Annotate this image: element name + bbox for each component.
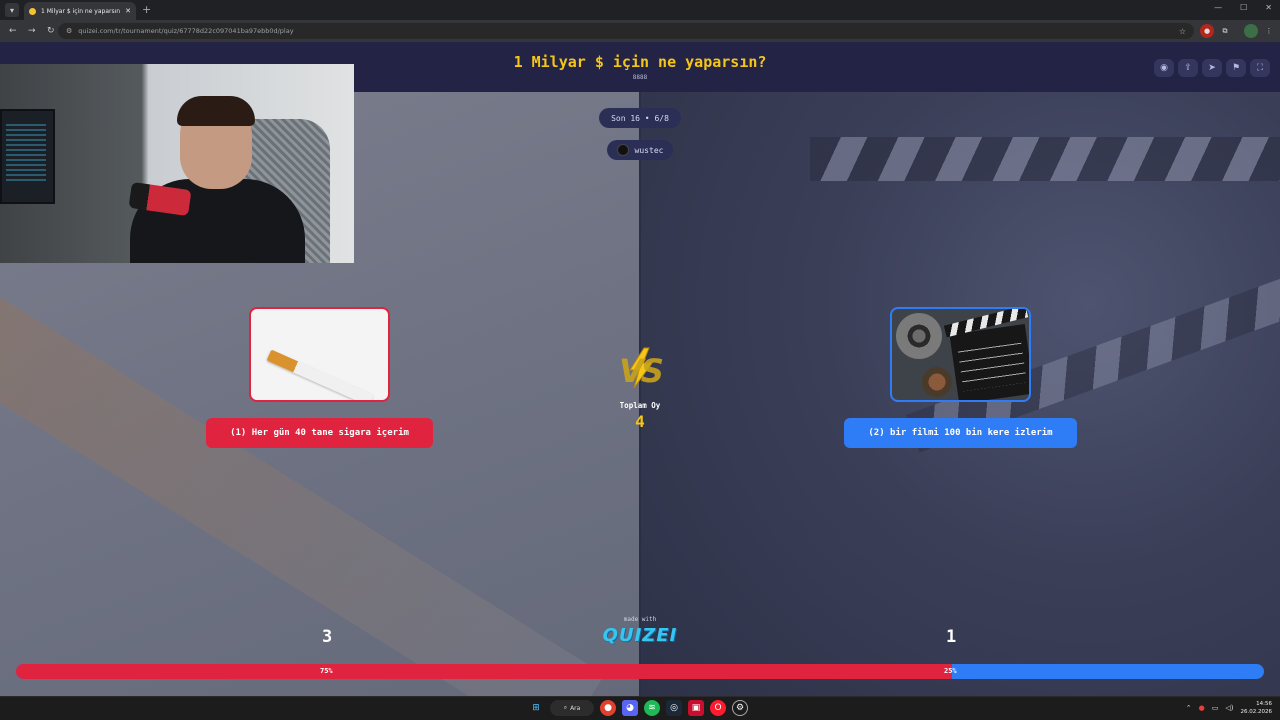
chevron-up-icon[interactable]: ⌃ <box>1186 704 1192 712</box>
right-background-clapper-stripes <box>810 137 1280 181</box>
browser-toolbar: ← → ↻ ⚙ quizei.com/tr/tournament/quiz/67… <box>0 20 1280 42</box>
app-icon-2[interactable]: ⚙ <box>732 700 748 716</box>
search-icon: ⌕ <box>563 704 568 711</box>
right-vote-percent: 25% <box>944 667 957 675</box>
tab-favicon-icon <box>29 7 36 15</box>
windows-start-icon[interactable]: ⊞ <box>528 700 544 716</box>
quizei-logo[interactable]: QUIZEI <box>600 625 680 646</box>
close-window-icon[interactable]: ✕ <box>1265 3 1272 12</box>
webcam-monitor <box>0 109 55 204</box>
tournament-stage: 1 Milyar $ için ne yaparsın? 8888 ◉ ⇪ ➤ … <box>0 42 1280 696</box>
left-choice-image[interactable] <box>249 307 390 402</box>
clock-date: 26.02.2026 <box>1240 709 1273 715</box>
extension-icon[interactable]: ● <box>1200 24 1214 38</box>
browser-menu-icon[interactable]: ⋮ <box>1262 24 1276 38</box>
system-tray: ⌃ ● ▭ ◁) 14:56 26.02.2026 <box>1186 700 1272 716</box>
bookmark-star-icon[interactable]: ☆ <box>1179 27 1186 36</box>
round-label: Son 16 • 6/8 <box>611 113 669 123</box>
back-icon[interactable]: ← <box>9 26 19 36</box>
browser-tab[interactable]: 1 Milyar $ için ne yaparsın? - Ti ✕ <box>24 2 136 20</box>
address-url[interactable]: quizei.com/tr/tournament/quiz/67778d22c0… <box>78 27 293 35</box>
left-choice-button[interactable]: (1) Her gün 40 tane sigara içerim <box>206 418 433 448</box>
total-votes-value: 4 <box>635 412 645 431</box>
send-icon[interactable]: ➤ <box>1202 59 1222 77</box>
right-vote-count: 1 <box>946 627 957 647</box>
taskbar-search[interactable]: ⌕ Ara <box>550 700 594 716</box>
app-icon[interactable]: ▣ <box>688 700 704 716</box>
cigarette-image <box>266 349 374 400</box>
header-actions: ◉ ⇪ ➤ ⚑ ⛶ <box>1154 59 1270 77</box>
fullscreen-icon[interactable]: ⛶ <box>1250 59 1270 77</box>
avatar <box>616 144 629 156</box>
minimize-icon[interactable]: — <box>1214 3 1222 12</box>
discord-icon[interactable]: ◕ <box>622 700 638 716</box>
vs-text: VS <box>619 352 664 390</box>
flag-icon[interactable]: ⚑ <box>1226 59 1246 77</box>
taskbar-search-label: Ara <box>570 704 581 712</box>
window-controls: — ☐ ✕ <box>1214 3 1272 12</box>
browser-tab-strip: ▾ 1 Milyar $ için ne yaparsın? - Ti ✕ + … <box>0 0 1280 20</box>
left-vote-percent: 75% <box>320 667 333 675</box>
spotify-icon[interactable]: ≋ <box>644 700 660 716</box>
close-tab-icon[interactable]: ✕ <box>125 7 131 15</box>
tab-search-menu-icon[interactable]: ▾ <box>5 3 19 17</box>
network-icon[interactable]: ▭ <box>1212 704 1219 712</box>
microphone-icon[interactable]: ● <box>1199 704 1205 712</box>
share-icon[interactable]: ⇪ <box>1178 59 1198 77</box>
reload-icon[interactable]: ↻ <box>47 26 57 36</box>
windows-taskbar: ⊞ ⌕ Ara ● ◕ ≋ ◎ ▣ O ⚙ ⌃ ● ▭ ◁) 14:56 26.… <box>0 696 1280 720</box>
left-vote-count: 3 <box>322 627 333 647</box>
right-choice-button[interactable]: (2) bir filmi 100 bin kere izlerim <box>844 418 1077 448</box>
left-vote-fill <box>16 664 952 679</box>
vs-lightning-icon: VS <box>616 346 664 390</box>
address-bar[interactable]: ⚙ quizei.com/tr/tournament/quiz/67778d22… <box>58 23 1194 39</box>
extensions-puzzle-icon[interactable]: ⧉ <box>1218 24 1232 38</box>
tab-title: 1 Milyar $ için ne yaparsın? - Ti <box>41 7 121 15</box>
clapperboard-image <box>949 324 1029 400</box>
site-info-icon[interactable]: ⚙ <box>66 27 72 35</box>
clock-time: 14:56 <box>1256 701 1272 707</box>
opera-icon[interactable]: O <box>710 700 726 716</box>
taskbar-apps: ⊞ ⌕ Ara ● ◕ ≋ ◎ ▣ O ⚙ <box>528 700 748 716</box>
webcam-overlay <box>0 64 354 263</box>
forward-icon[interactable]: → <box>28 26 38 36</box>
chrome-icon[interactable]: ● <box>600 700 616 716</box>
volume-icon[interactable]: ◁) <box>1225 704 1233 712</box>
steam-icon[interactable]: ◎ <box>666 700 682 716</box>
maximize-icon[interactable]: ☐ <box>1240 3 1247 12</box>
round-badge: Son 16 • 6/8 <box>599 108 681 128</box>
total-votes-label: Toplam Oy <box>619 401 661 410</box>
vote-progress-bar: 75% 25% <box>16 664 1264 679</box>
profile-avatar[interactable] <box>1244 24 1258 38</box>
right-choice-image[interactable] <box>890 307 1031 402</box>
eye-icon[interactable]: ◉ <box>1154 59 1174 77</box>
user-badge[interactable]: wustec <box>607 140 673 160</box>
made-with-label: made with <box>623 616 657 623</box>
webcam-person-hair <box>177 96 255 126</box>
system-clock[interactable]: 14:56 26.02.2026 <box>1241 700 1273 716</box>
film-reel-image <box>896 313 942 359</box>
username: wustec <box>634 145 664 155</box>
new-tab-button[interactable]: + <box>142 3 151 16</box>
film-roll-image <box>922 367 952 397</box>
